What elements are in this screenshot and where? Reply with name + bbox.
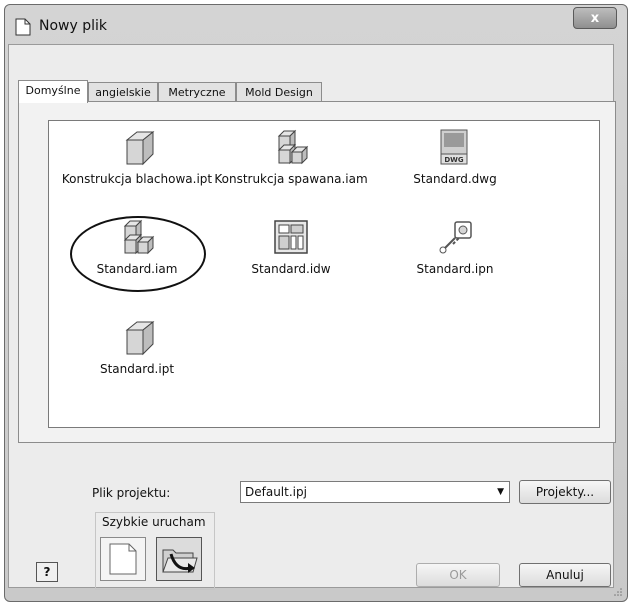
project-file-value: Default.ipj — [245, 485, 307, 499]
project-file-label: Plik projektu: — [92, 486, 171, 500]
blank-page-icon — [109, 543, 137, 575]
file-label: Konstrukcja blachowa.ipt — [61, 172, 213, 186]
new-file-icon — [15, 18, 31, 36]
project-file-select[interactable]: Default.ipj ▼ — [240, 481, 510, 503]
presentation-icon — [439, 221, 472, 254]
file-item-konstrukcja-spawana[interactable]: Konstrukcja spawana.iam — [206, 128, 376, 186]
cancel-button[interactable]: Anuluj — [519, 563, 611, 587]
quick-launch-open-button[interactable] — [156, 537, 202, 581]
tab-mold-design[interactable]: Mold Design — [236, 82, 322, 102]
tab-domyslne[interactable]: Domyślne — [18, 80, 88, 103]
file-label: Konstrukcja spawana.iam — [214, 172, 368, 186]
resize-grip-icon[interactable] — [614, 588, 622, 596]
ok-button[interactable]: OK — [416, 563, 500, 587]
file-item-standard-dwg[interactable]: DWG Standard.dwg — [370, 128, 540, 186]
file-label: Standard.ipt — [99, 362, 175, 376]
file-label: Standard.idw — [251, 262, 331, 276]
dialog-title: Nowy plik — [39, 18, 107, 34]
file-label: Standard.iam — [96, 262, 178, 276]
file-item-standard-ipt[interactable]: Standard.ipt — [52, 318, 222, 376]
part-icon — [125, 320, 155, 356]
assembly-icon — [123, 219, 155, 255]
close-button[interactable]: x — [573, 7, 617, 29]
file-item-standard-iam[interactable]: Standard.iam — [52, 218, 222, 276]
quick-launch-title: Szybkie urucham — [100, 515, 208, 529]
assembly-icon — [277, 129, 309, 165]
file-item-standard-ipn[interactable]: Standard.ipn — [370, 218, 540, 276]
open-folder-icon — [162, 549, 198, 573]
title-bar: Nowy plik x — [5, 5, 627, 49]
file-label: Standard.dwg — [413, 172, 497, 186]
projects-button[interactable]: Projekty... — [519, 480, 611, 504]
file-item-standard-idw[interactable]: Standard.idw — [206, 218, 376, 276]
tab-metryczne[interactable]: Metryczne — [158, 82, 236, 102]
dwg-badge: DWG — [444, 156, 464, 164]
dropdown-arrow-icon: ▼ — [497, 487, 504, 497]
part-icon — [125, 130, 155, 166]
quick-launch-new-button[interactable] — [100, 537, 146, 581]
dwg-drawing-icon: DWG — [440, 129, 468, 165]
file-label: Standard.ipn — [416, 262, 494, 276]
file-item-konstrukcja-blachowa[interactable]: Konstrukcja blachowa.ipt — [52, 128, 222, 186]
help-button[interactable]: ? — [36, 562, 58, 582]
idw-drawing-icon — [274, 220, 308, 254]
tab-angielskie[interactable]: angielskie — [88, 82, 158, 102]
